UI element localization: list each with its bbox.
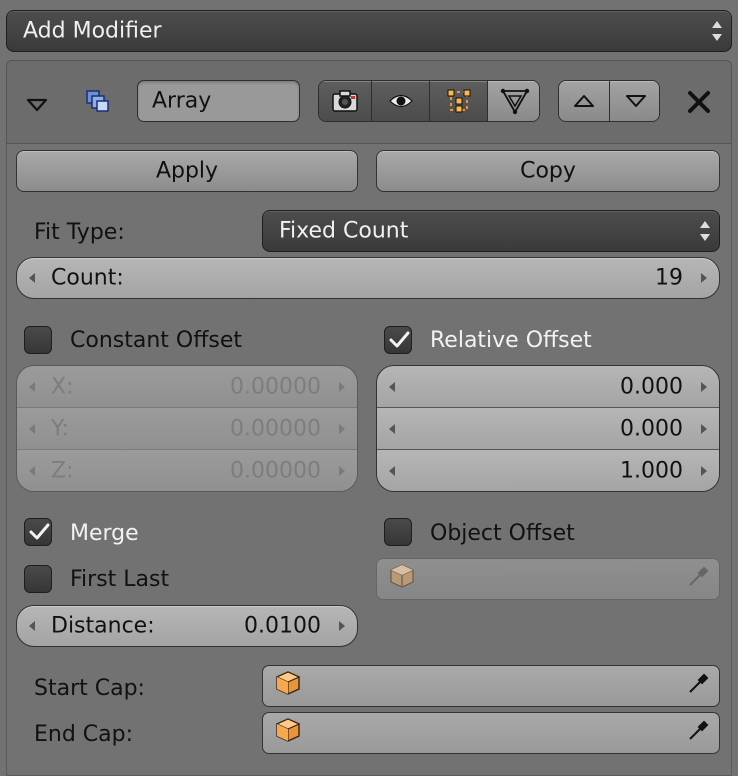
constant-offset-checkbox[interactable] (24, 326, 52, 354)
merge-checkbox[interactable] (24, 518, 52, 546)
relative-offset-x-field[interactable]: 0.000 (377, 366, 719, 408)
object-offset-checkbox[interactable] (384, 518, 412, 546)
array-modifier-icon (84, 88, 112, 114)
relative-offset-label: Relative Offset (430, 328, 592, 353)
object-cube-icon (275, 717, 301, 749)
constant-offset-z-field[interactable]: Z: 0.00000 (17, 450, 357, 491)
move-up-button[interactable] (559, 81, 609, 121)
eyedropper-icon[interactable] (687, 671, 711, 701)
decrement-arrow-icon[interactable] (389, 381, 395, 392)
editmode-vertices-icon (447, 89, 470, 113)
constant-offset-fields: X: 0.00000 Y: 0.00000 Z: 0.00000 (16, 365, 358, 492)
object-offset-label: Object Offset (430, 521, 575, 546)
render-toggle-button[interactable] (319, 81, 371, 121)
relative-offset-z-field[interactable]: 1.000 (377, 450, 719, 491)
y-label: Y: (51, 416, 69, 441)
move-up-icon (574, 95, 594, 107)
relative-z-value: 1.000 (620, 458, 683, 484)
start-cap-label: Start Cap: (34, 676, 145, 701)
eyedropper-icon[interactable] (687, 564, 711, 594)
fit-type-value: Fixed Count (279, 218, 409, 244)
visibility-toggle-button[interactable] (371, 81, 429, 121)
decrement-arrow-icon[interactable] (29, 273, 35, 283)
checkmark-icon (389, 331, 410, 348)
editmode-toggle-button[interactable] (429, 81, 487, 121)
remove-x-icon[interactable] (686, 89, 712, 115)
cage-toggle-button[interactable] (487, 81, 539, 121)
relative-x-value: 0.000 (620, 374, 683, 399)
checkmark-icon (29, 523, 50, 540)
updown-arrows-icon (711, 19, 723, 43)
fit-type-dropdown[interactable]: Fixed Count (262, 210, 720, 252)
y-value: 0.00000 (230, 416, 321, 441)
distance-value: 0.0100 (244, 613, 321, 639)
decrement-arrow-icon[interactable] (389, 466, 395, 476)
render-camera-icon (332, 90, 358, 112)
cage-triangle-icon (500, 88, 529, 115)
end-cap-label: End Cap: (34, 722, 134, 747)
decrement-arrow-icon[interactable] (29, 621, 35, 631)
relative-offset-checkbox[interactable] (384, 326, 412, 354)
increment-arrow-icon[interactable] (339, 621, 345, 631)
copy-button-label: Copy (520, 158, 576, 184)
increment-arrow-icon[interactable] (701, 466, 707, 476)
move-down-icon (625, 95, 646, 107)
increment-arrow-icon[interactable] (701, 423, 707, 434)
object-cube-icon (275, 670, 301, 702)
constant-offset-y-field[interactable]: Y: 0.00000 (17, 408, 357, 450)
x-label: X: (51, 374, 74, 399)
increment-arrow-icon[interactable] (339, 423, 345, 434)
modifier-name-text: Array (152, 88, 212, 114)
start-cap-field[interactable] (262, 665, 720, 707)
merge-label: Merge (70, 521, 139, 546)
fit-type-label: Fit Type: (34, 220, 125, 245)
updown-arrows-icon (699, 219, 711, 243)
add-modifier-label: Add Modifier (23, 18, 162, 44)
modifier-name-field[interactable]: Array (137, 80, 300, 122)
relative-y-value: 0.000 (620, 416, 683, 441)
decrement-arrow-icon[interactable] (29, 423, 35, 434)
copy-button[interactable]: Copy (376, 150, 720, 192)
distance-field[interactable]: Distance: 0.0100 (16, 605, 358, 647)
modifier-toggle-group (318, 80, 540, 122)
increment-arrow-icon[interactable] (339, 381, 345, 392)
decrement-arrow-icon[interactable] (389, 423, 395, 434)
count-value: 19 (655, 265, 683, 291)
object-offset-field[interactable] (376, 558, 720, 600)
increment-arrow-icon[interactable] (701, 381, 707, 392)
relative-offset-fields: 0.000 0.000 1.000 (376, 365, 720, 492)
constant-offset-label: Constant Offset (70, 328, 242, 353)
z-label: Z: (51, 458, 74, 484)
object-cube-icon (389, 563, 415, 595)
add-modifier-dropdown[interactable]: Add Modifier (6, 10, 732, 52)
visibility-eye-icon (388, 94, 413, 108)
move-down-button[interactable] (609, 81, 659, 121)
x-value: 0.00000 (230, 374, 321, 399)
z-value: 0.00000 (230, 458, 321, 484)
move-buttons-group (558, 80, 660, 122)
constant-offset-x-field[interactable]: X: 0.00000 (17, 366, 357, 408)
eyedropper-icon[interactable] (687, 718, 711, 748)
increment-arrow-icon[interactable] (339, 466, 345, 476)
end-cap-field[interactable] (262, 712, 720, 754)
apply-button[interactable]: Apply (16, 150, 358, 192)
relative-offset-y-field[interactable]: 0.000 (377, 408, 719, 450)
apply-button-label: Apply (155, 158, 219, 184)
collapse-triangle-icon[interactable] (26, 94, 48, 112)
count-label: Count: (51, 265, 124, 291)
first-last-label: First Last (70, 567, 170, 592)
decrement-arrow-icon[interactable] (29, 466, 35, 476)
decrement-arrow-icon[interactable] (29, 381, 35, 392)
increment-arrow-icon[interactable] (701, 273, 707, 283)
first-last-checkbox[interactable] (24, 565, 52, 593)
distance-label: Distance: (51, 613, 155, 639)
count-field[interactable]: Count: 19 (16, 257, 720, 299)
